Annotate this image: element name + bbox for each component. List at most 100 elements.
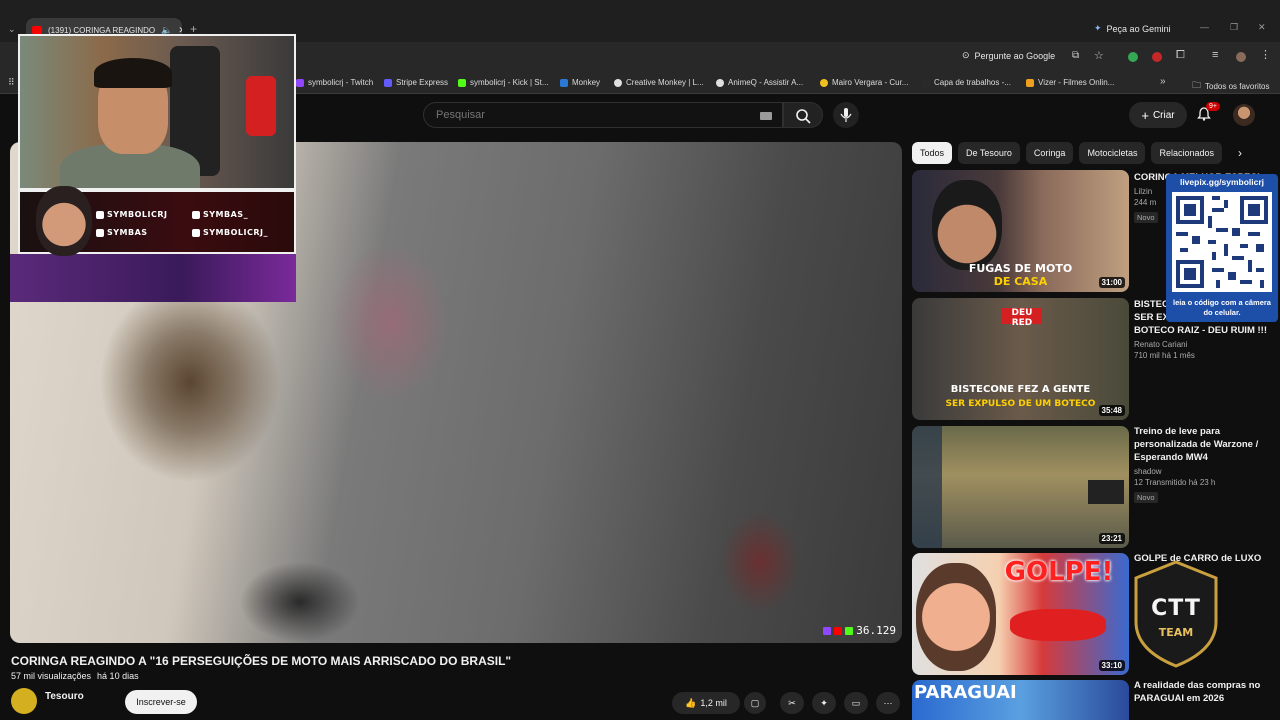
notification-badge: 9+ [1206, 102, 1220, 111]
profile-icon[interactable] [1236, 52, 1246, 62]
bookmark-favicon-icon [820, 78, 828, 87]
recommendation-info[interactable]: Treino de leve para personalizada de War… [1134, 425, 1274, 505]
comment-button[interactable]: ▢ [744, 692, 766, 714]
twitch-icon [96, 210, 104, 219]
kick-viewer-count: 36.129 [823, 624, 896, 637]
youtube-icon [96, 228, 104, 237]
minimize-icon[interactable]: — [1200, 22, 1209, 32]
search-button[interactable] [783, 102, 823, 128]
comment-icon: ▢ [750, 697, 760, 708]
team-text: TEAM [1158, 626, 1194, 639]
new-badge: Novo [1134, 492, 1158, 503]
sparkle-button[interactable]: ✦ [812, 692, 836, 714]
bookmark-favicon-icon [1026, 78, 1034, 87]
duration-badge: 35:48 [1098, 405, 1125, 416]
bookmark-item[interactable]: Creative Monkey | L... [614, 78, 704, 87]
duration-badge: 23:21 [1098, 533, 1125, 544]
browser-menu-icon[interactable]: ⋮ [1260, 48, 1271, 61]
tab-list-chevron-icon[interactable]: ⌄ [8, 24, 16, 35]
bookmark-item[interactable]: symbolicrj - Twitch [296, 78, 373, 87]
twitch-handle: SYMBOLICRJ [96, 210, 168, 219]
globe-icon [716, 78, 724, 87]
search-box[interactable] [423, 102, 783, 128]
recommendation-info[interactable]: A realidade das compras no PARAGUAI em 2… [1134, 679, 1274, 705]
all-bookmarks-button[interactable]: 🗀 Todos os favoritos [1192, 78, 1270, 94]
chevron-right-icon[interactable]: › [1238, 146, 1242, 160]
search-icon [796, 109, 811, 124]
google-lens-icon: ⊙ [962, 50, 970, 60]
instagram-handle: SYMBOLICRJ_ [192, 228, 268, 237]
bookmark-item[interactable]: Monkey [560, 78, 600, 87]
bookmark-item[interactable]: Vizer - Filmes Onlin... [1026, 78, 1114, 87]
chip-relacionados[interactable]: Relacionados [1151, 142, 1223, 164]
save-button[interactable]: ▭ [844, 692, 868, 714]
recommendation-title: Treino de leve para personalizada de War… [1134, 426, 1259, 463]
channel-avatar[interactable] [11, 688, 37, 714]
chip-coringa[interactable]: Coringa [1025, 142, 1074, 164]
recommendation-channel: shadow [1134, 467, 1162, 476]
plus-icon: + [1141, 107, 1149, 123]
bookmark-star-icon[interactable]: ☆ [1094, 49, 1104, 62]
search-input[interactable] [436, 109, 736, 121]
bookmark-item[interactable]: Capa de trabalhos -... [922, 78, 1011, 87]
voice-search-button[interactable] [833, 102, 859, 128]
more-bookmarks-icon[interactable]: » [1160, 76, 1166, 87]
keyboard-icon[interactable] [760, 112, 772, 120]
gemini-label: Peça ao Gemini [1106, 23, 1171, 34]
media-controls-icon[interactable]: ≡ [1212, 49, 1218, 61]
thumbnail-caption: PARAGUAI [914, 682, 1017, 703]
like-button[interactable]: 👍 1,2 mil [672, 692, 740, 714]
more-actions-button[interactable]: ⋯ [876, 692, 900, 714]
recommendation-thumbnail[interactable]: FUGAS DE MOTO DE CASA 31:00 [912, 170, 1129, 292]
bookmark-item[interactable]: Stripe Express [384, 78, 448, 87]
monkey-icon [560, 78, 568, 87]
recommendation-thumbnail[interactable]: GOLPE! 33:10 [912, 553, 1129, 675]
social-handles-panel: SYMBOLICRJ SYMBAS_ SYMBAS SYMBOLICRJ_ [18, 186, 296, 256]
apps-grid-icon[interactable]: ⠿ [8, 77, 15, 88]
filter-chips: Todos De Tesouro Coringa Motocicletas Re… [912, 142, 1223, 164]
tiktok-handle: SYMBAS_ [192, 210, 248, 219]
thumbnail-caption: BISTECONE FEZ A GENTE [950, 384, 1091, 395]
thumbnail-caption: SER EXPULSO DE UM BOTECO [945, 399, 1096, 409]
recommendation-thumbnail[interactable]: DEU RED BISTECONE FEZ A GENTE SER EXPULS… [912, 298, 1129, 420]
bookmark-item[interactable]: AnimeQ - Assistir A... [716, 78, 803, 87]
tiktok-icon [192, 210, 200, 219]
recommendation-meta: 710 mil há 1 mês [1134, 351, 1195, 360]
install-app-icon[interactable]: ⧉ [1072, 50, 1079, 61]
streamer-hair [94, 58, 172, 88]
game-hud [912, 426, 942, 548]
ask-google-button[interactable]: ⊙ Pergunte ao Google [962, 50, 1055, 61]
extensions-puzzle-icon[interactable]: ⧠ [1176, 49, 1185, 62]
twitch-icon [296, 78, 304, 87]
folder-icon: 🗀 [1192, 80, 1202, 90]
thumbnail-caption: DE CASA [993, 275, 1048, 288]
extension-red-icon[interactable] [1152, 52, 1162, 62]
channel-name[interactable]: Tesouro [45, 691, 84, 702]
recommendation-thumbnail[interactable]: 23:21 [912, 426, 1129, 548]
thumbs-up-icon: 👍 [685, 697, 697, 708]
chip-motocicletas[interactable]: Motocicletas [1079, 142, 1146, 164]
kick-icon [845, 626, 854, 635]
close-window-icon[interactable]: ✕ [1258, 22, 1266, 33]
webcam-footer-art [10, 254, 296, 302]
gemini-button[interactable]: ✦ Peça ao Gemini [1094, 23, 1171, 34]
maximize-icon[interactable]: ❐ [1230, 22, 1238, 33]
bookmark-item[interactable]: Mairo Vergara - Cur... [820, 78, 908, 87]
microphone-icon [840, 108, 852, 122]
streamer-cam [1088, 480, 1124, 504]
chip-de-tesouro[interactable]: De Tesouro [958, 142, 1020, 164]
subscribe-button[interactable]: Inscrever-se [125, 690, 197, 714]
more-dots-icon: ⋯ [883, 697, 893, 708]
recommendation-channel: Renato Cariani [1134, 340, 1188, 349]
recommendation-thumbnail[interactable]: PARAGUAI [912, 680, 1129, 720]
clip-button[interactable]: ✂ [780, 692, 804, 714]
account-avatar[interactable] [1233, 104, 1255, 126]
ask-google-label: Pergunte ao Google [974, 50, 1056, 61]
chip-todos[interactable]: Todos [912, 142, 953, 164]
extension-green-icon[interactable] [1128, 52, 1138, 62]
create-button[interactable]: + Criar [1129, 102, 1187, 128]
sparkle-icon: ✦ [820, 697, 828, 708]
view-count: 57 mil visualizações [11, 671, 92, 681]
bookmark-item[interactable]: symbolicrj - Kick | St... [458, 78, 549, 87]
upload-age: há 10 dias [97, 671, 139, 681]
